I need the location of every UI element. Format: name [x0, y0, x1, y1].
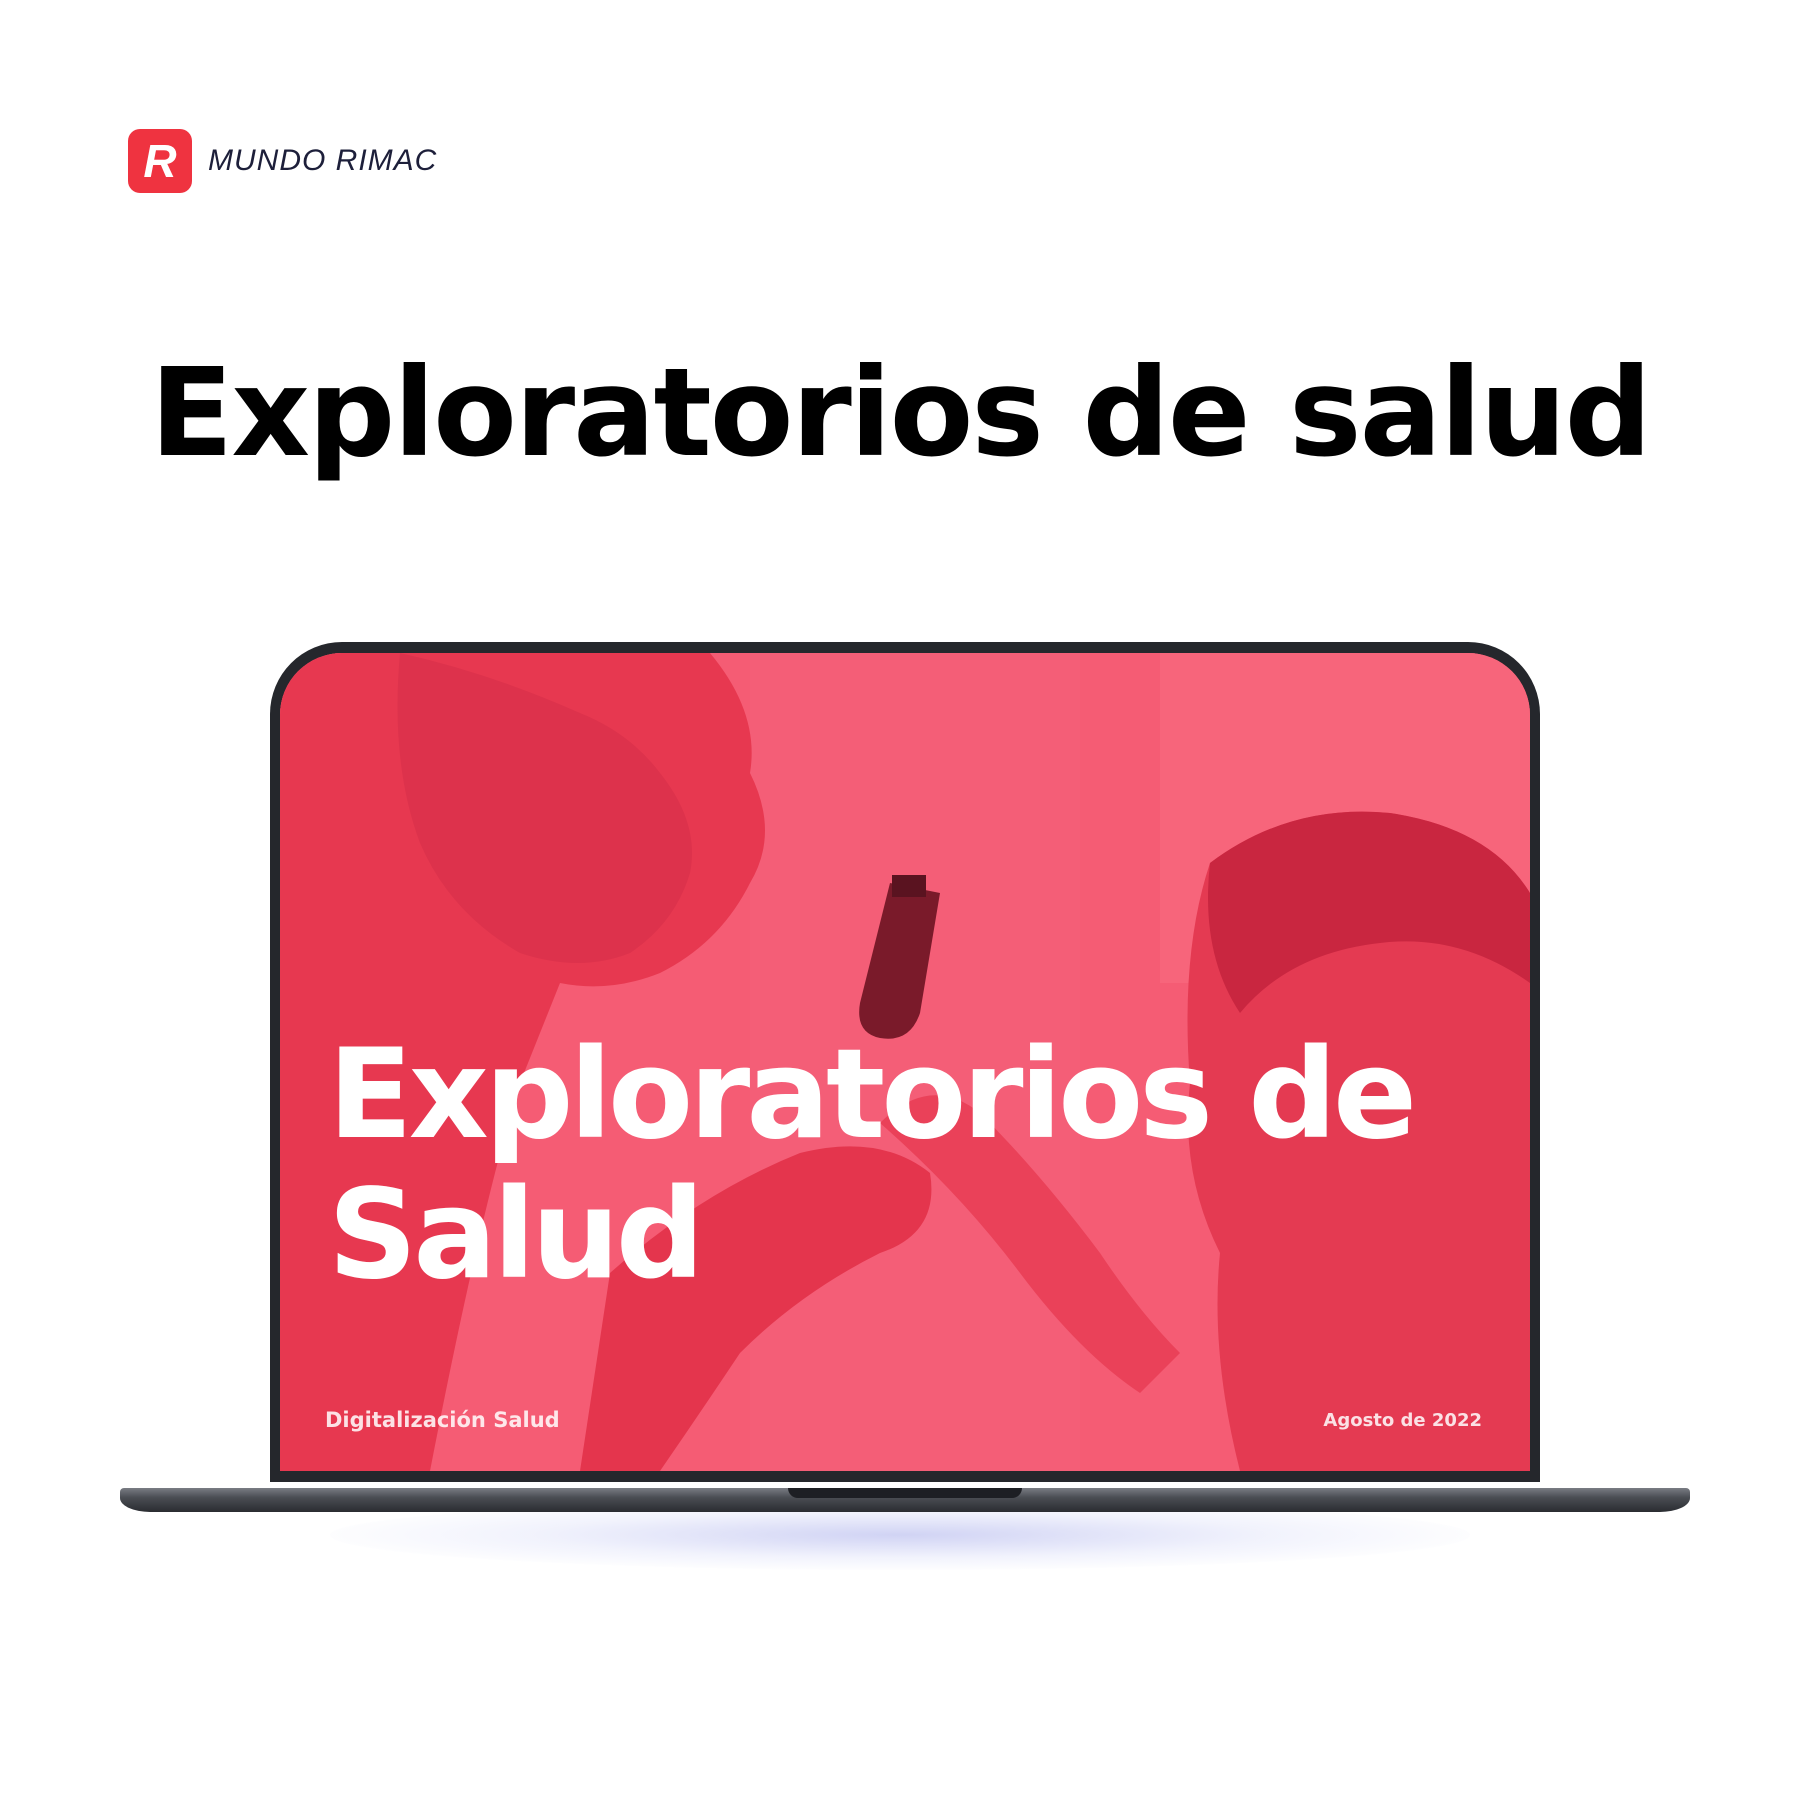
page-title: Exploratorios de salud: [149, 342, 1652, 484]
slide-footer-label: Digitalización Salud: [325, 1408, 560, 1432]
laptop-notch: [788, 1488, 1022, 1498]
rimac-logo-icon: R: [128, 129, 192, 193]
slide-date: Agosto de 2022: [1323, 1410, 1482, 1431]
laptop-screen: Exploratorios de Salud Digitalización Sa…: [280, 653, 1530, 1471]
brand-name: MUNDO RIMAC: [208, 144, 438, 177]
slide-title: Exploratorios de Salud: [328, 1023, 1417, 1307]
brand-header: R MUNDO RIMAC: [128, 128, 437, 194]
